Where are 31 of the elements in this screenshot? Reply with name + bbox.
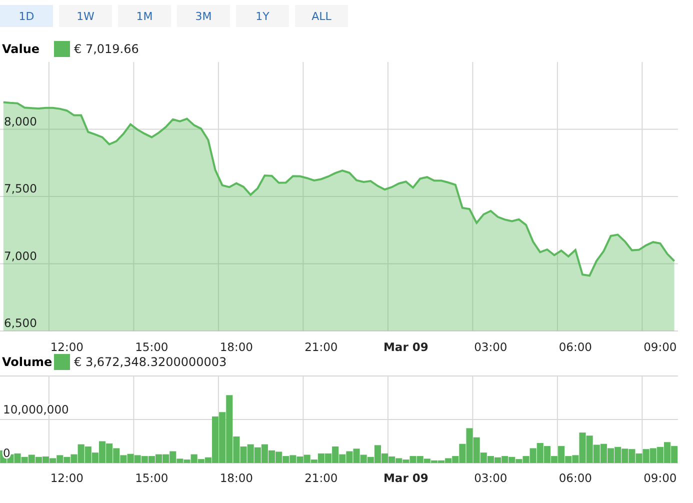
range-button[interactable]: 3M (177, 5, 230, 27)
legend-value: € 7,019.66 (74, 42, 139, 56)
x-axis-label: 21:00 (304, 340, 338, 353)
x-axis-label: 18:00 (220, 340, 254, 353)
x-axis-label: 03:00 (474, 340, 508, 353)
legend-label: Value (1, 42, 41, 56)
legend-value: € 3,672,348.3200000003 (74, 355, 227, 369)
x-axis-label: 21:00 (304, 471, 338, 485)
x-axis-label: 09:00 (644, 471, 677, 485)
x-axis-label: Mar 09 (384, 471, 428, 485)
y-axis-label: 8,000 (4, 114, 37, 128)
x-axis-label: 12:00 (50, 340, 84, 353)
y-axis-label: 7,000 (4, 248, 37, 263)
range-button[interactable]: ALL (295, 5, 348, 27)
range-button[interactable]: 1W (59, 5, 112, 27)
y-axis-label: 7,500 (4, 182, 37, 196)
x-axis-label: 12:00 (50, 471, 84, 485)
range-button[interactable]: 1D (0, 5, 53, 27)
y-axis-label: 10,000,000 (3, 402, 69, 416)
range-button[interactable]: 1Y (236, 5, 289, 27)
x-axis-label: 03:00 (474, 471, 508, 485)
x-axis-label: 06:00 (558, 471, 592, 485)
legend-label: Volume (1, 355, 54, 369)
range-button[interactable]: 1M (118, 5, 171, 27)
y-axis-label: 6,500 (4, 316, 37, 330)
x-axis-label: 06:00 (558, 340, 592, 353)
x-axis-label: 15:00 (135, 471, 168, 485)
x-axis-label: 18:00 (220, 471, 254, 485)
x-axis-label: Mar 09 (384, 340, 428, 353)
x-axis-label: 15:00 (135, 340, 168, 353)
x-axis-label: 09:00 (644, 340, 677, 353)
